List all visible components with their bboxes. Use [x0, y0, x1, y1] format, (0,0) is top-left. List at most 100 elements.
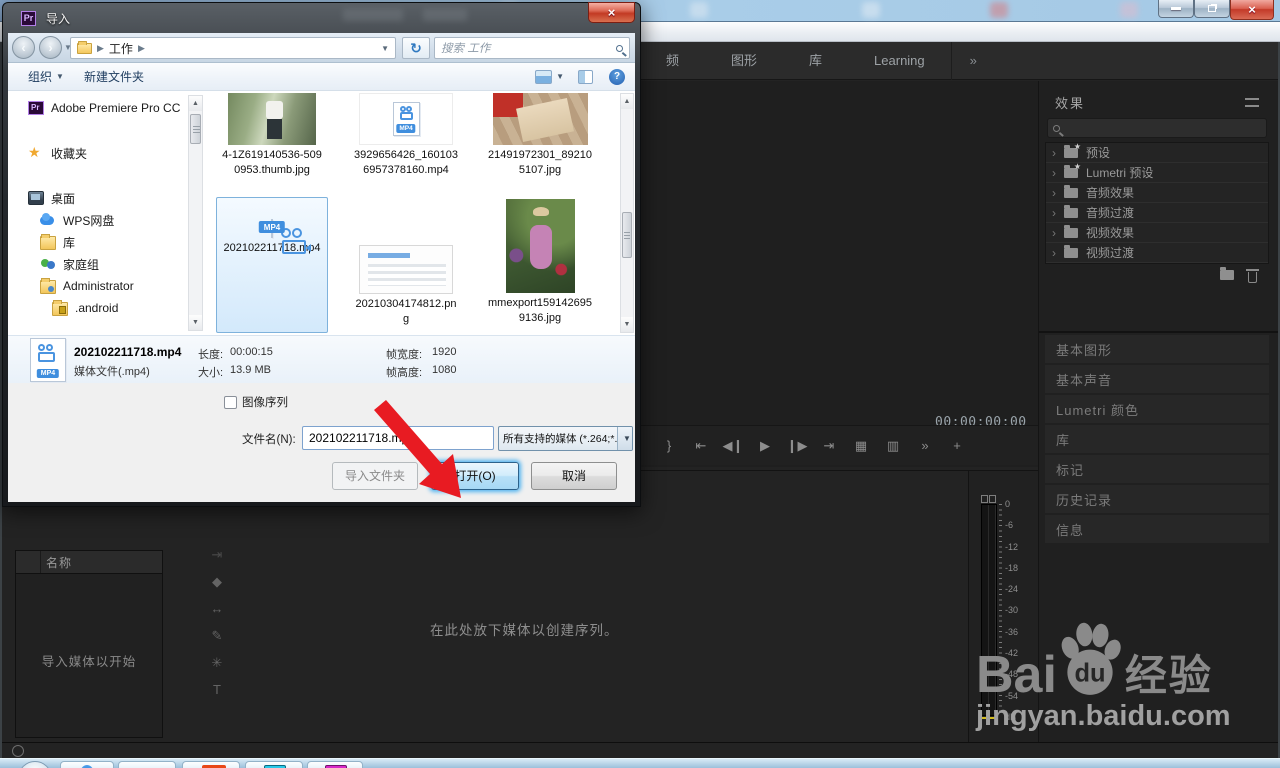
transport-button[interactable]: ◀❙: [722, 438, 744, 454]
scroll-down-icon[interactable]: ▼: [621, 317, 633, 332]
scroll-up-icon[interactable]: ▲: [189, 96, 202, 111]
sidebar-item[interactable]: .android: [14, 297, 186, 319]
taskbar-button[interactable]: [307, 761, 363, 768]
new-bin-icon[interactable]: [1220, 267, 1234, 280]
breadcrumb-folder[interactable]: 工作: [109, 40, 133, 57]
workspace-tab[interactable]: 图形: [705, 42, 783, 80]
image-sequence-checkbox[interactable]: [224, 395, 237, 409]
refresh-button[interactable]: ↻: [402, 37, 430, 59]
transport-button[interactable]: ❙▶: [786, 438, 808, 454]
effects-folder-row[interactable]: › 音频效果: [1046, 183, 1268, 203]
close-button[interactable]: ×: [1230, 0, 1274, 20]
tool-button[interactable]: ◆: [212, 575, 222, 589]
dialog-close-button[interactable]: ×: [588, 2, 635, 23]
chevron-right-icon[interactable]: ›: [1052, 246, 1056, 260]
scroll-down-icon[interactable]: ▼: [189, 315, 202, 330]
start-button[interactable]: [18, 761, 52, 768]
restore-button[interactable]: [1194, 0, 1230, 18]
search-box[interactable]: 搜索 工作: [434, 37, 630, 59]
tool-button[interactable]: ↔: [211, 602, 224, 616]
taskbar-button[interactable]: [60, 761, 114, 768]
sidebar-item[interactable]: 收藏夹: [14, 142, 186, 164]
collapsed-panel-tab[interactable]: 基本图形: [1045, 335, 1269, 363]
preview-pane-icon[interactable]: [578, 69, 593, 84]
collapsed-panel-tab[interactable]: 标记: [1045, 455, 1269, 483]
collapsed-panel-tab[interactable]: Lumetri 颜色: [1045, 395, 1269, 423]
minimize-button[interactable]: [1158, 0, 1194, 18]
views-dropdown-icon[interactable]: ▼: [556, 72, 564, 81]
organize-dropdown-icon[interactable]: ▼: [56, 72, 64, 81]
file-item[interactable]: 20210304174812.png: [350, 197, 462, 333]
chevron-right-icon[interactable]: ›: [1052, 186, 1056, 200]
chevron-right-icon[interactable]: ›: [1052, 206, 1056, 220]
transport-button[interactable]: +: [946, 438, 968, 453]
help-icon[interactable]: ?: [609, 68, 625, 85]
address-bar[interactable]: ▶ 工作 ▶ ▼: [70, 37, 396, 59]
sidebar-item[interactable]: Pr Adobe Premiere Pro CC: [14, 97, 186, 119]
file-item[interactable]: MP4 202102211718.mp4: [216, 197, 328, 333]
effects-folder-row[interactable]: › 音频过渡: [1046, 203, 1268, 223]
file-list-scrollbar[interactable]: ▲ ▼: [620, 93, 634, 333]
transport-button[interactable]: ⇤: [690, 438, 712, 454]
sidebar-item[interactable]: 库: [14, 231, 186, 253]
taskbar-button[interactable]: [245, 761, 303, 768]
cancel-button[interactable]: 取消: [531, 462, 617, 490]
effects-folder-label: Lumetri 预设: [1086, 166, 1154, 180]
effects-folder-row[interactable]: › Lumetri 预设: [1046, 162, 1268, 183]
workspace-tab[interactable]: 库: [783, 42, 848, 80]
views-icon[interactable]: [535, 69, 553, 84]
collapsed-panel-tab[interactable]: 信息: [1045, 515, 1269, 543]
transport-button[interactable]: »: [914, 438, 936, 453]
effects-folder-row[interactable]: › 预设: [1046, 142, 1268, 163]
effects-folder-row[interactable]: › 视频过渡: [1046, 243, 1268, 263]
breadcrumb-arrow-icon[interactable]: ▶: [97, 43, 104, 54]
transport-button[interactable]: ▥: [882, 438, 904, 454]
chevron-right-icon[interactable]: ›: [1052, 166, 1056, 180]
new-folder-button[interactable]: 新建文件夹: [84, 68, 144, 85]
timeline-panel[interactable]: 在此处放下媒体以创建序列。: [242, 470, 968, 743]
address-dropdown-icon[interactable]: ▼: [381, 44, 389, 53]
tool-button[interactable]: T: [213, 683, 221, 697]
workspace-tab[interactable]: 频: [640, 42, 705, 80]
panel-menu-icon[interactable]: [1245, 98, 1259, 107]
sidebar-item[interactable]: Administrator: [14, 275, 186, 297]
sidebar-item[interactable]: WPS网盘: [14, 209, 186, 231]
scrollbar-thumb[interactable]: [622, 212, 632, 258]
file-item[interactable]: 4-1Z619140536-5090953.thumb.jpg: [216, 93, 328, 195]
back-button[interactable]: ‹: [12, 36, 35, 59]
workspace-tab[interactable]: »: [950, 42, 995, 80]
tool-button[interactable]: ✳: [212, 656, 223, 670]
file-item[interactable]: mmexport1591426959136.jpg: [484, 197, 596, 333]
forward-button[interactable]: ›: [39, 36, 62, 59]
workspace-tab[interactable]: Learning: [848, 42, 951, 80]
collapsed-panel-tab[interactable]: 基本声音: [1045, 365, 1269, 393]
sidebar-item[interactable]: 家庭组: [14, 253, 186, 275]
transport-button[interactable]: ▦: [850, 438, 872, 454]
tool-button[interactable]: ✎: [212, 629, 223, 643]
sidebar-item[interactable]: 桌面: [14, 187, 186, 209]
chevron-right-icon[interactable]: ›: [1052, 226, 1056, 240]
scrollbar-thumb[interactable]: [190, 114, 201, 144]
taskbar-button[interactable]: [182, 761, 240, 768]
delete-icon[interactable]: [1246, 269, 1259, 283]
file-item[interactable]: 21491972301_892105107.jpg: [484, 93, 596, 195]
file-type-filter-dropdown[interactable]: 所有支持的媒体 (*.264;*.3G2;* ▼: [498, 426, 633, 451]
scroll-up-icon[interactable]: ▲: [621, 94, 633, 109]
breadcrumb-arrow-icon[interactable]: ▶: [138, 43, 145, 54]
effects-search-input[interactable]: [1047, 118, 1267, 138]
file-item[interactable]: MP4 3929656426_1601036957378160.mp4: [350, 93, 462, 195]
taskbar-button[interactable]: [118, 761, 176, 768]
meter-tick-label: -54: [1005, 690, 1019, 701]
tool-button[interactable]: ⇥: [212, 548, 223, 562]
collapsed-panel-tab[interactable]: 库: [1045, 425, 1269, 453]
organize-menu[interactable]: 组织: [28, 68, 52, 85]
effects-folder-row[interactable]: › 视频效果: [1046, 223, 1268, 243]
dropdown-arrow-icon[interactable]: ▼: [617, 427, 632, 450]
import-dialog-titlebar[interactable]: Pr 导入 ×: [3, 2, 640, 33]
transport-button[interactable]: ⇥: [818, 438, 840, 454]
transport-button[interactable]: }: [658, 438, 680, 453]
chevron-right-icon[interactable]: ›: [1052, 146, 1056, 160]
transport-button[interactable]: ▶: [754, 438, 776, 454]
collapsed-panel-tab[interactable]: 历史记录: [1045, 485, 1269, 513]
sidebar-scrollbar[interactable]: ▲ ▼: [188, 95, 203, 331]
